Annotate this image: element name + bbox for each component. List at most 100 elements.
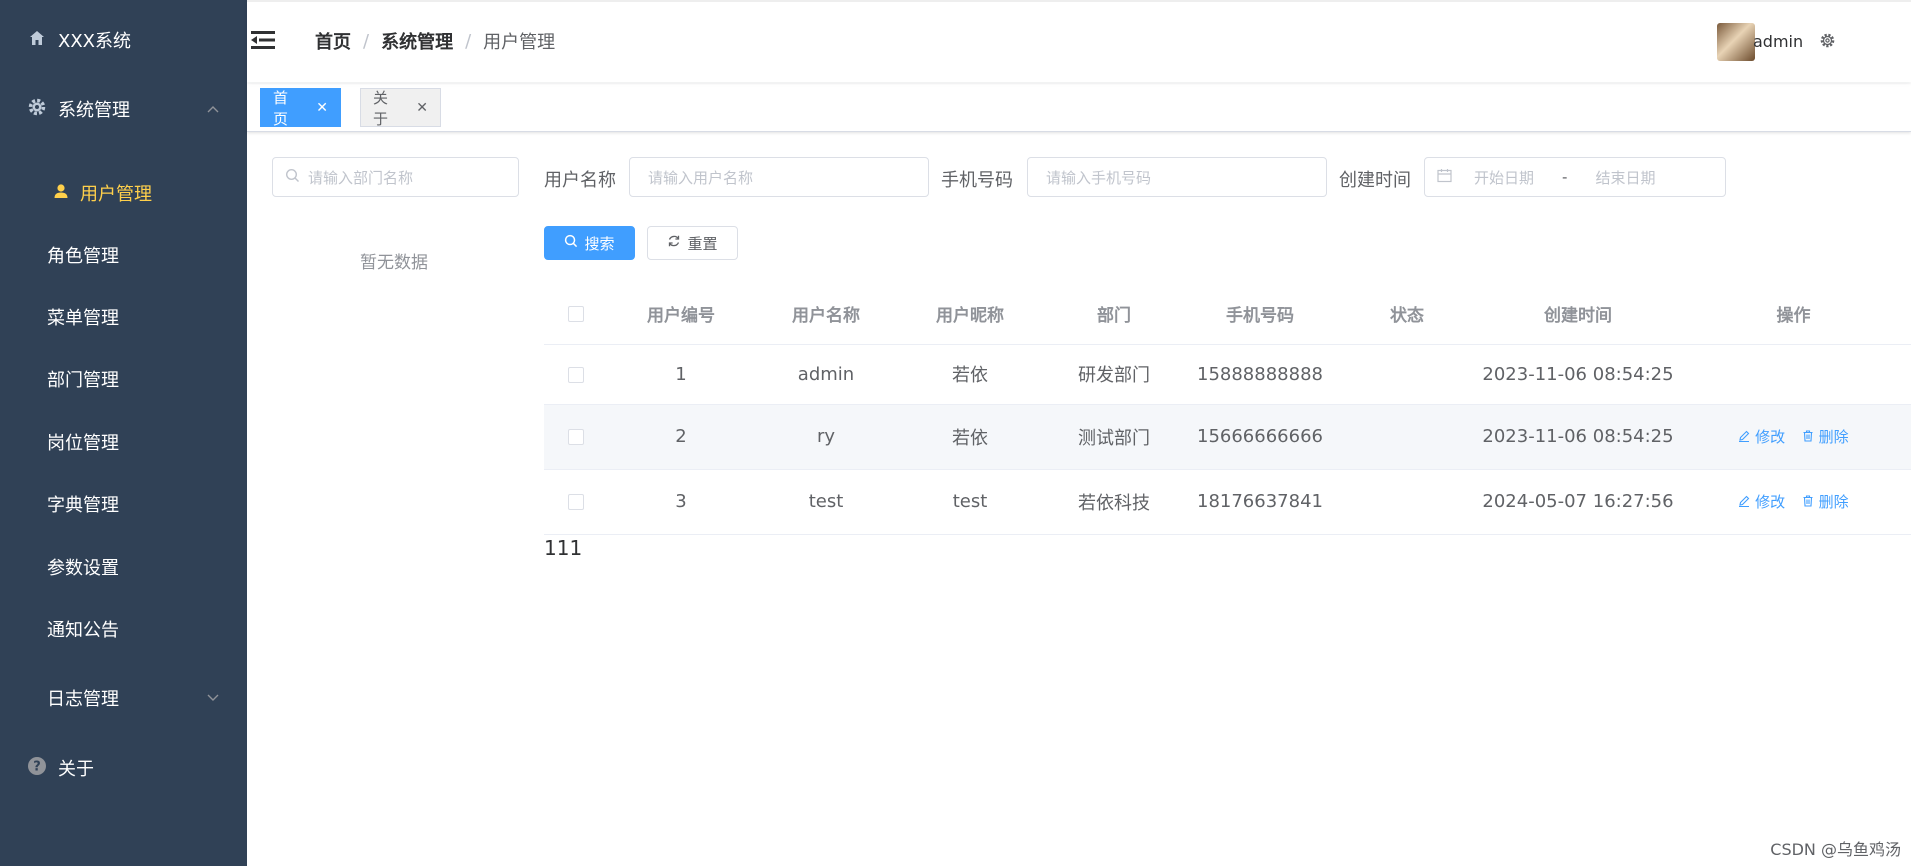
column-header[interactable]: 创建时间: [1480, 284, 1676, 345]
avatar[interactable]: [1717, 23, 1755, 61]
created-label: 创建时间: [1339, 170, 1411, 191]
date-range-picker[interactable]: 开始日期 - 结束日期: [1424, 157, 1726, 197]
cell-status: [1334, 469, 1480, 535]
select-cell: [544, 469, 608, 535]
user-icon: [50, 183, 72, 204]
sidebar-item-depts[interactable]: 部门管理: [0, 362, 247, 396]
sidebar-item-about[interactable]: ? 关于: [0, 751, 247, 785]
row-checkbox[interactable]: [568, 494, 584, 510]
trash-icon: [1802, 493, 1814, 511]
tag-home[interactable]: 首页 ✕: [260, 88, 341, 128]
dept-search-placeholder: 请输入部门名称: [308, 168, 414, 187]
username-label: 用户名称: [544, 170, 616, 191]
table-header-row: 用户编号 用户名称 用户昵称 部门 手机号码 状态 创建时间 操作: [544, 284, 1911, 345]
close-icon[interactable]: ✕: [316, 100, 328, 116]
sidebar-item-notice[interactable]: 通知公告: [0, 612, 247, 646]
refresh-icon: [667, 234, 681, 252]
phone-input[interactable]: 请输入手机号码: [1027, 157, 1327, 197]
select-cell: [544, 404, 608, 470]
edit-button[interactable]: 修改: [1738, 428, 1790, 446]
search-icon: [564, 234, 578, 252]
trash-icon: [1802, 428, 1814, 446]
user-table: 用户编号 用户名称 用户昵称 部门 手机号码 状态 创建时间 操作 1 admi…: [544, 284, 1911, 535]
tags-view: 首页 ✕ 关于 ✕: [247, 84, 1911, 132]
column-header[interactable]: 用户编号: [608, 284, 754, 345]
hamburger-icon[interactable]: [251, 30, 275, 50]
breadcrumb-separator: /: [363, 30, 370, 52]
table-row[interactable]: 2 ry 若依 测试部门 15666666666 2023-11-06 08:5…: [544, 404, 1911, 470]
breadcrumb-current: 用户管理: [483, 32, 556, 53]
username-input[interactable]: 请输入用户名称: [629, 157, 929, 197]
cell-phone: 18176637841: [1186, 469, 1334, 535]
breadcrumb-home[interactable]: 首页: [315, 28, 351, 54]
cell-status: [1334, 404, 1480, 470]
sidebar-item-dict[interactable]: 字典管理: [0, 487, 247, 521]
edit-button[interactable]: 修改: [1738, 493, 1790, 511]
sidebar-group-system[interactable]: 系统管理: [0, 92, 247, 126]
cell-dept: 若依科技: [1042, 469, 1186, 535]
select-cell: [544, 344, 608, 405]
edit-label: 修改: [1755, 493, 1786, 511]
cell-dept: 研发部门: [1042, 344, 1186, 405]
breadcrumb-system[interactable]: 系统管理: [381, 28, 453, 54]
start-date-placeholder: 开始日期: [1474, 168, 1535, 187]
app-title-label: XXX系统: [58, 31, 131, 52]
column-header[interactable]: 状态: [1334, 284, 1480, 345]
select-all-cell: [544, 284, 608, 345]
column-header[interactable]: 用户昵称: [898, 284, 1042, 345]
question-icon: ?: [26, 756, 48, 781]
sidebar-item-posts[interactable]: 岗位管理: [0, 425, 247, 459]
sidebar-item-config[interactable]: 参数设置: [0, 550, 247, 584]
edit-label: 修改: [1755, 428, 1786, 446]
delete-label: 删除: [1818, 428, 1849, 446]
row-checkbox[interactable]: [568, 429, 584, 445]
reset-button-label: 重置: [687, 234, 718, 253]
svg-text:?: ?: [33, 759, 41, 774]
tag-label: 关于: [373, 88, 389, 128]
range-separator: -: [1562, 168, 1568, 186]
select-all-checkbox[interactable]: [568, 305, 584, 322]
sidebar-item-label: 岗位管理: [47, 433, 119, 454]
cell-created: 2023-11-06 08:54:25: [1480, 404, 1676, 470]
sidebar-item-users[interactable]: 用户管理: [0, 176, 247, 210]
delete-button[interactable]: 删除: [1802, 493, 1849, 511]
empty-text: 暂无数据: [360, 253, 428, 273]
cell-phone: 15666666666: [1186, 404, 1334, 470]
table-row[interactable]: 3 test test 若依科技 18176637841 2024-05-07 …: [544, 469, 1911, 535]
app-title[interactable]: XXX系统: [0, 24, 247, 56]
dept-search-input[interactable]: 请输入部门名称: [272, 157, 519, 197]
sidebar-item-roles[interactable]: 角色管理: [0, 238, 247, 272]
cell-name: ry: [754, 404, 898, 470]
row-checkbox[interactable]: [568, 366, 584, 383]
settings-gear-icon[interactable]: [1819, 32, 1836, 54]
table-row[interactable]: 1 admin 若依 研发部门 15888888888 2023-11-06 0…: [544, 344, 1911, 405]
sidebar-item-logs[interactable]: 日志管理: [0, 681, 247, 715]
search-button-label: 搜索: [584, 234, 615, 253]
chevron-up-icon: [207, 101, 219, 117]
cell-nick: test: [898, 469, 1042, 535]
tag-about[interactable]: 关于 ✕: [360, 88, 441, 128]
sidebar-item-menus[interactable]: 菜单管理: [0, 300, 247, 334]
sidebar-item-label: 角色管理: [47, 246, 119, 267]
cell-dept: 测试部门: [1042, 404, 1186, 470]
navbar: 首页 / 系统管理 / 用户管理 admin: [247, 0, 1911, 82]
delete-button[interactable]: 删除: [1802, 428, 1849, 446]
sidebar-item-label: 部门管理: [47, 370, 119, 391]
user-name[interactable]: admin: [1753, 32, 1803, 51]
cell-name: test: [754, 469, 898, 535]
sidebar-item-label: 关于: [58, 759, 94, 780]
column-header[interactable]: 手机号码: [1186, 284, 1334, 345]
phone-label: 手机号码: [941, 170, 1013, 191]
column-header[interactable]: 用户名称: [754, 284, 898, 345]
search-button[interactable]: 搜索: [544, 226, 635, 260]
reset-button[interactable]: 重置: [647, 226, 738, 260]
watermark: CSDN @乌鱼鸡汤: [1770, 840, 1901, 859]
close-icon[interactable]: ✕: [416, 100, 428, 116]
column-header[interactable]: 部门: [1042, 284, 1186, 345]
cell-id: 3: [608, 469, 754, 535]
sidebar-item-label: 通知公告: [47, 620, 119, 641]
chevron-down-icon: [207, 690, 219, 706]
breadcrumb-separator: /: [465, 30, 472, 52]
sidebar-item-label: 日志管理: [47, 689, 119, 710]
home-icon: [26, 29, 48, 52]
